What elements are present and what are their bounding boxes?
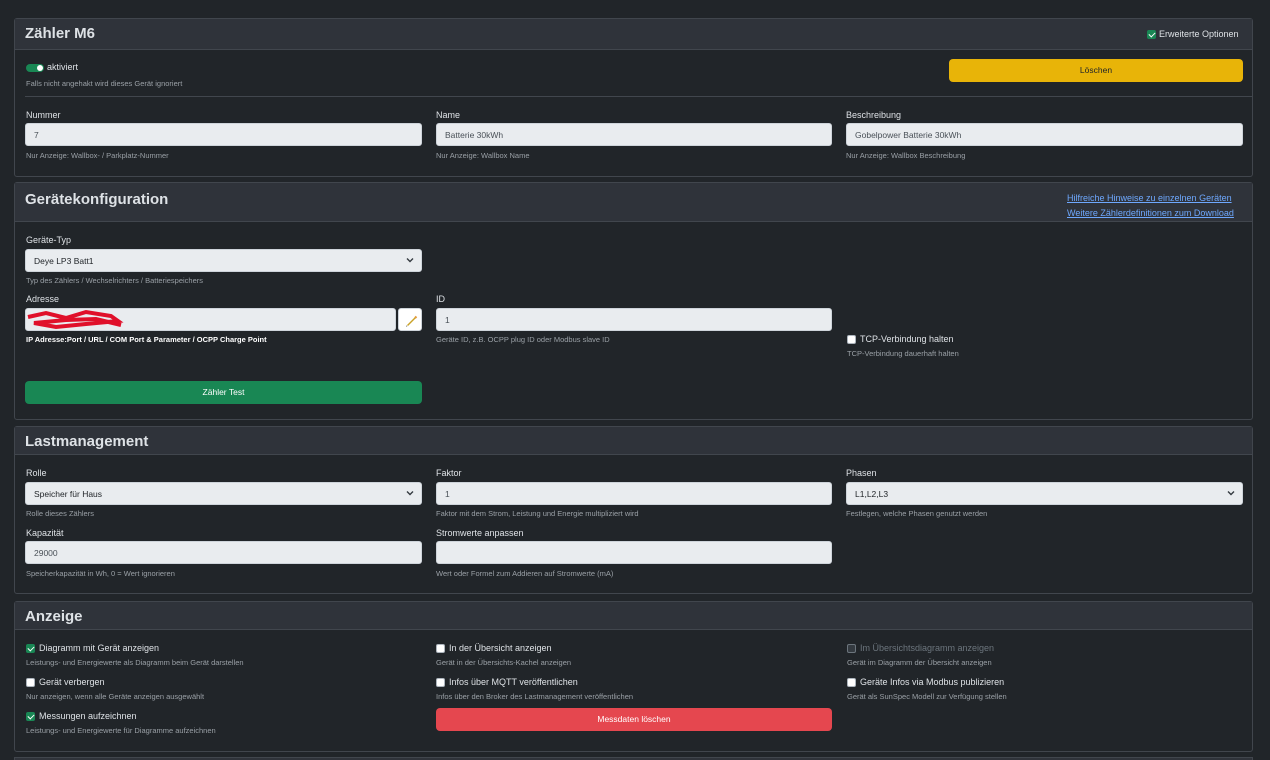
id-hint: Geräte ID, z.B. OCPP plug ID oder Modbus… [436, 335, 610, 344]
modbus-hint: Gerät als SunSpec Modell zur Verfügung s… [847, 692, 1007, 701]
address-input[interactable] [25, 308, 396, 331]
phases-hint: Festlegen, welche Phasen genutzt werden [846, 509, 988, 518]
delete-button[interactable]: Löschen [949, 59, 1243, 82]
load-management-card: Lastmanagement Rolle Speicher für Haus R… [14, 426, 1253, 594]
hide-device-label: Gerät verbergen [39, 677, 105, 687]
record-label: Messungen aufzeichnen [39, 711, 137, 721]
number-label: Nummer [26, 110, 61, 120]
tcp-keep-hint: TCP-Verbindung dauerhaft halten [847, 349, 959, 358]
record-checkbox[interactable] [26, 712, 35, 721]
load-management-title: Lastmanagement [25, 433, 149, 450]
role-select[interactable]: Speicher für Haus [25, 482, 422, 505]
device-type-value: Deye LP3 Batt1 [34, 256, 94, 266]
phases-value: L1,L2,L3 [855, 489, 889, 499]
overview-label: In der Übersicht anzeigen [449, 643, 552, 653]
tcp-keep-label: TCP-Verbindung halten [860, 334, 954, 344]
mqtt-label: Infos über MQTT veröffentlichen [449, 677, 578, 687]
phases-label: Phasen [846, 468, 877, 478]
name-input[interactable]: Batterie 30kWh [436, 123, 832, 146]
meter-card-header: Zähler M6 Erweiterte Optionen [15, 19, 1252, 50]
name-hint: Nur Anzeige: Wallbox Name [436, 151, 530, 160]
current-adjust-hint: Wert oder Formel zum Addieren auf Stromw… [436, 569, 614, 578]
delete-data-button[interactable]: Messdaten löschen [436, 708, 832, 731]
address-label: Adresse [26, 294, 60, 304]
meter-title: Zähler M6 [25, 25, 96, 42]
hide-device-hint: Nur anzeigen, wenn alle Geräte anzeigen … [26, 692, 205, 701]
overview-checkbox[interactable] [436, 644, 445, 653]
active-toggle[interactable] [26, 64, 44, 72]
capacity-input[interactable]: 29000 [25, 541, 422, 564]
current-adjust-label: Stromwerte anpassen [436, 528, 524, 538]
tcp-keep-checkbox[interactable] [847, 335, 856, 344]
active-hint: Falls nicht angehakt wird dieses Gerät i… [26, 79, 183, 88]
device-config-card: Gerätekonfiguration Hilfreiche Hinweise … [14, 182, 1253, 420]
display-header: Anzeige [15, 602, 1252, 630]
role-hint: Rolle dieses Zählers [26, 509, 94, 518]
load-management-header: Lastmanagement [15, 427, 1252, 455]
display-title: Anzeige [25, 608, 83, 625]
name-label: Name [436, 110, 461, 120]
meter-test-button[interactable]: Zähler Test [25, 381, 422, 404]
redaction-scribble [27, 309, 124, 330]
factor-hint: Faktor mit dem Strom, Leistung und Energ… [436, 509, 639, 518]
mqtt-checkbox[interactable] [436, 678, 445, 687]
meter-card: Zähler M6 Erweiterte Optionen aktiviert … [14, 18, 1253, 177]
chevron-down-icon [406, 258, 414, 263]
id-input[interactable]: 1 [436, 308, 832, 331]
number-input[interactable]: 7 [25, 123, 422, 146]
device-config-header: Gerätekonfiguration Hilfreiche Hinweise … [15, 183, 1252, 222]
description-input[interactable]: Gobelpower Batterie 30kWh [846, 123, 1243, 146]
active-label: aktiviert [47, 62, 79, 72]
capacity-hint: Speicherkapazität in Wh, 0 = Wert ignori… [26, 569, 175, 578]
role-value: Speicher für Haus [34, 489, 103, 499]
diagram-hint: Leistungs- und Energiewerte als Diagramm… [26, 658, 244, 667]
address-hint: IP Adresse:Port / URL / COM Port & Param… [26, 335, 267, 344]
hints-link[interactable]: Hilfreiche Hinweise zu einzelnen Geräten [1067, 193, 1232, 203]
record-hint: Leistungs- und Energiewerte für Diagramm… [26, 726, 216, 735]
edit-address-button[interactable] [398, 308, 422, 331]
capacity-label: Kapazität [26, 528, 64, 538]
overview-diagram-checkbox[interactable] [847, 644, 856, 653]
overview-diagram-hint: Gerät im Diagramm der Übersicht anzeigen [847, 658, 992, 667]
number-hint: Nur Anzeige: Wallbox- / Parkplatz-Nummer [26, 151, 169, 160]
device-config-title: Gerätekonfiguration [25, 191, 169, 208]
chevron-down-icon [1227, 491, 1235, 496]
hide-device-checkbox[interactable] [26, 678, 35, 687]
download-link[interactable]: Weitere Zählerdefinitionen zum Download [1067, 208, 1234, 218]
diagram-checkbox[interactable] [26, 644, 35, 653]
diagram-label: Diagramm mit Gerät anzeigen [39, 643, 160, 653]
phases-select[interactable]: L1,L2,L3 [846, 482, 1243, 505]
mqtt-hint: Infos über den Broker des Lastmanagement… [436, 692, 634, 701]
overview-hint: Gerät in der Übersichts-Kachel anzeigen [436, 658, 572, 667]
pencil-icon [406, 315, 418, 327]
factor-label: Faktor [436, 468, 462, 478]
modbus-checkbox[interactable] [847, 678, 856, 687]
description-label: Beschreibung [846, 110, 902, 120]
toggle-knob [37, 65, 43, 71]
advanced-options-checkbox[interactable] [1147, 30, 1156, 39]
device-type-label: Geräte-Typ [26, 235, 72, 245]
modbus-label: Geräte Infos via Modbus publizieren [860, 677, 1005, 687]
display-card: Anzeige Diagramm mit Gerät anzeigen Leis… [14, 601, 1253, 752]
factor-input[interactable]: 1 [436, 482, 832, 505]
chevron-down-icon [406, 491, 414, 496]
role-label: Rolle [26, 468, 47, 478]
divider [25, 96, 1252, 97]
current-adjust-input[interactable] [436, 541, 832, 564]
overview-diagram-label: Im Übersichtsdiagramm anzeigen [860, 643, 995, 653]
device-type-select[interactable]: Deye LP3 Batt1 [25, 249, 422, 272]
description-hint: Nur Anzeige: Wallbox Beschreibung [846, 151, 966, 160]
device-type-hint: Typ des Zählers / Wechselrichters / Batt… [26, 276, 204, 285]
advanced-options-label: Erweiterte Optionen [1159, 29, 1239, 39]
id-label: ID [436, 294, 445, 304]
